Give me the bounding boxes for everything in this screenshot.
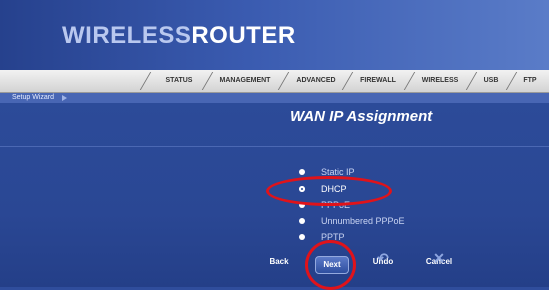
- tab-wireless[interactable]: WIRELESS: [414, 70, 466, 92]
- brand-part-1: WIRELESS: [62, 22, 192, 49]
- page-title: WAN IP Assignment: [290, 108, 433, 125]
- tab-management[interactable]: MANAGEMENT: [212, 70, 278, 92]
- nav-separator: [277, 72, 290, 90]
- header-banner: WIRELESSROUTER: [0, 0, 549, 70]
- option-label: PPPoE: [321, 200, 351, 210]
- breadcrumb-arrow-icon: [62, 95, 67, 101]
- nav-separator: [139, 72, 152, 90]
- brand-part-2: ROUTER: [191, 22, 296, 49]
- breadcrumb: Setup Wizard: [0, 93, 549, 103]
- radio-button[interactable]: [299, 218, 305, 224]
- radio-button-selected[interactable]: [299, 186, 305, 192]
- brand-logo: WIRELESSROUTER: [62, 22, 296, 50]
- next-button[interactable]: Next: [315, 256, 349, 274]
- tab-advanced[interactable]: ADVANCED: [290, 70, 342, 92]
- cancel-icon: ✕: [433, 250, 445, 266]
- tab-status[interactable]: STATUS: [156, 70, 202, 92]
- top-nav: STATUS MANAGEMENT ADVANCED FIREWALL WIRE…: [0, 70, 549, 93]
- tab-usb[interactable]: USB: [476, 70, 506, 92]
- radio-button[interactable]: [299, 169, 305, 175]
- cancel-button[interactable]: ✕ Cancel: [419, 250, 459, 274]
- radio-button[interactable]: [299, 202, 305, 208]
- radio-button[interactable]: [299, 234, 305, 240]
- breadcrumb-setup-wizard[interactable]: Setup Wizard: [12, 93, 54, 103]
- tab-ftp[interactable]: FTP: [516, 70, 544, 92]
- back-button[interactable]: Back: [260, 250, 298, 274]
- undo-button[interactable]: ↶ Undo: [366, 250, 400, 274]
- undo-arrow-icon: ↶: [377, 250, 389, 266]
- option-label: DHCP: [321, 184, 347, 194]
- option-label: PPTP: [321, 232, 345, 242]
- title-divider: [0, 146, 549, 147]
- option-label: Static IP: [321, 167, 355, 177]
- option-label: Unnumbered PPPoE: [321, 216, 405, 226]
- tab-firewall[interactable]: FIREWALL: [352, 70, 404, 92]
